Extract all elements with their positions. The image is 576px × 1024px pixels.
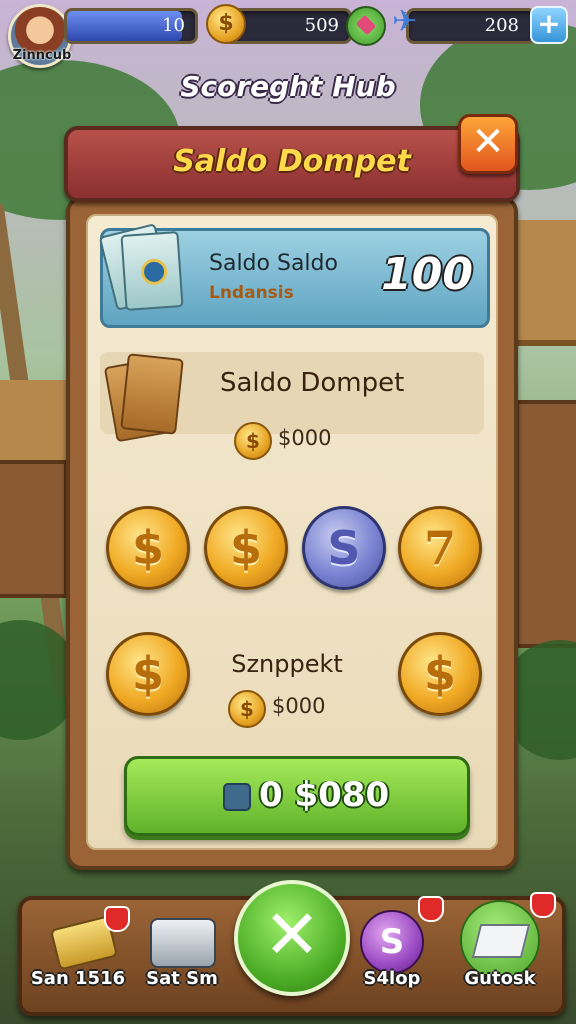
nav-label-3: S4lop: [363, 968, 421, 989]
top-hud: Zinncub 10 509 $ 208 ✈ +: [0, 0, 576, 68]
nav-item-3[interactable]: S S4lop: [342, 896, 444, 1006]
wallet-panel: Saldo Saldo Lndansis 100 Saldo Dompet $ …: [66, 196, 518, 870]
coin-option-1[interactable]: $: [106, 506, 190, 590]
coin-count: 509: [304, 15, 339, 36]
hub-title: Scoreght Hub: [180, 70, 396, 103]
hut-left: [0, 460, 68, 598]
wallet-title: Saldo Dompet: [220, 368, 405, 398]
banknote-icon: [98, 223, 184, 315]
panel-paper: Saldo Saldo Lndansis 100 Saldo Dompet $ …: [86, 214, 498, 850]
player-name: Zinncub: [12, 48, 72, 63]
snapshot-amount: $000: [272, 694, 326, 718]
nav-item-1[interactable]: San 1516: [28, 896, 130, 1006]
nav-label-4: Gutosk: [464, 968, 536, 989]
center-action-button[interactable]: ✕: [234, 880, 350, 996]
add-currency-button[interactable]: +: [530, 6, 568, 44]
button-square-icon: [223, 783, 251, 811]
hut-roof-right: [510, 220, 576, 346]
notification-badge: [418, 896, 444, 922]
balance-label: Saldo Saldo: [209, 251, 338, 276]
close-icon: ✕: [263, 896, 321, 975]
nav-label-2: Sat Sm: [146, 968, 218, 989]
level-bar: 10: [64, 8, 198, 44]
balance-card: Saldo Saldo Lndansis 100: [98, 223, 490, 328]
coin-option-6[interactable]: $: [398, 632, 482, 716]
confirm-button[interactable]: 0 $080: [124, 756, 470, 836]
snapshot-coin-icon: $: [228, 690, 266, 728]
wallet-amount: $000: [278, 426, 332, 450]
notification-badge: [104, 906, 130, 932]
energy-bar: 208: [406, 8, 536, 44]
coin-option-4[interactable]: 7: [398, 506, 482, 590]
wallet-card: Saldo Dompet: [100, 352, 484, 443]
boot-icon: ✈: [392, 4, 418, 39]
nav-item-4[interactable]: Gutosk: [450, 892, 556, 1006]
energy-count: 208: [484, 15, 519, 36]
purple-coin-icon: S: [360, 910, 424, 974]
confirm-button-label: 0 $080: [259, 775, 390, 815]
balance-value: 100: [381, 249, 473, 300]
hut-right: [515, 400, 576, 648]
coin-option-5[interactable]: $: [106, 632, 190, 716]
coin-icon: $: [206, 4, 246, 44]
panel-title: Saldo Dompet: [173, 144, 411, 179]
coin-option-2[interactable]: $: [204, 506, 288, 590]
level-value: 10: [162, 15, 185, 36]
chest-icon: [150, 918, 216, 968]
gem-icon[interactable]: [346, 6, 386, 46]
nav-item-2[interactable]: Sat Sm: [132, 896, 232, 1006]
close-icon: ✕: [471, 119, 505, 165]
balance-sublabel: Lndansis: [209, 283, 294, 303]
card-deck-icon: [103, 352, 190, 446]
wallet-coin-icon: $: [234, 422, 272, 460]
snapshot-label: Sznppekt: [231, 650, 343, 678]
nav-label-1: San 1516: [30, 968, 126, 989]
close-button[interactable]: ✕: [458, 114, 518, 174]
coin-option-3[interactable]: S: [302, 506, 386, 590]
notification-badge: [530, 892, 556, 918]
panel-header: Saldo Dompet: [64, 126, 520, 202]
